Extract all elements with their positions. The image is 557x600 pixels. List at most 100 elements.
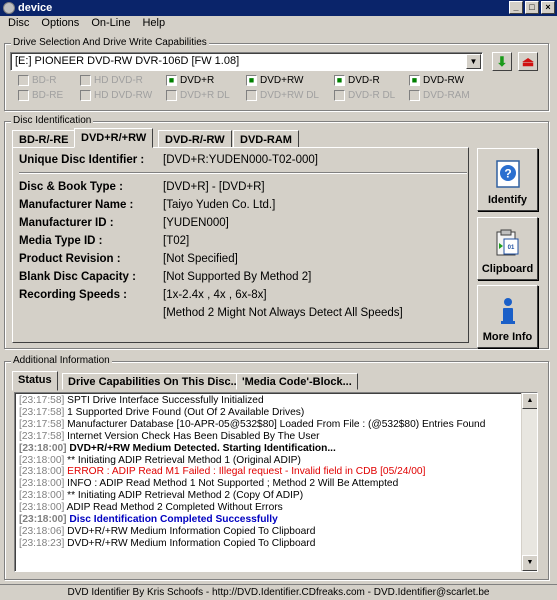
checkbox-empty-icon (80, 90, 91, 101)
log-timestamp: [23:17:58] (19, 418, 65, 430)
capability-checkbox[interactable]: ■ DVD+R (166, 75, 214, 86)
drive-select[interactable]: [E:] PIONEER DVD-RW DVR-106D [FW 1.08] ▼ (10, 52, 483, 71)
log-timestamp: [23:17:58] (19, 430, 65, 442)
identify-label: Identify (487, 194, 528, 206)
capability-checkbox[interactable]: DVD-R DL (334, 90, 395, 101)
tab-dvd-minus-r-rw[interactable]: DVD-R/-RW (158, 130, 232, 148)
tab-drive-capabilities[interactable]: Drive Capabilities On This Disc... (62, 373, 246, 390)
log-timestamp: [23:17:58] (19, 395, 65, 406)
disc-info-panel: Unique Disc Identifier : [DVD+R:YUDEN000… (12, 147, 469, 343)
log-text: SPTI Drive Interface Successfully Initia… (67, 395, 264, 406)
capability-checkbox[interactable]: BD-RE (18, 90, 63, 101)
capability-checkbox[interactable]: HD DVD-R (80, 75, 143, 86)
maximize-button[interactable]: □ (525, 1, 539, 14)
log-list: [23:17:58] SPTI Drive Interface Successf… (19, 395, 519, 550)
field-label: Blank Disc Capacity : (19, 271, 136, 283)
checkmark-icon: ■ (334, 75, 345, 86)
log-text: ADIP Read Method 2 Completed Without Err… (66, 502, 283, 514)
uid-label: Unique Disc Identifier : (19, 154, 145, 166)
capability-checkbox[interactable]: DVD+RW DL (246, 90, 319, 101)
more-info-label: More Info (482, 331, 533, 343)
log-timestamp: [23:18:00] (19, 502, 65, 514)
field-value: [Not Specified] (163, 253, 238, 265)
capability-label: BD-R (32, 75, 57, 86)
log-entry: [23:18:00] ERROR : ADIP Read M1 Failed :… (19, 466, 519, 478)
log-text: DVD+R/+RW Medium Detected. Starting Iden… (69, 442, 336, 454)
status-log[interactable]: [23:17:58] SPTI Drive Interface Successf… (14, 392, 538, 572)
log-entry: [23:18:23] DVD+R/+RW Medium Information … (19, 538, 519, 550)
checkbox-empty-icon (246, 90, 257, 101)
menu-online[interactable]: On-Line (85, 16, 136, 32)
drive-select-value: [E:] PIONEER DVD-RW DVR-106D [FW 1.08] (15, 55, 240, 67)
field-value: [DVD+R] - [DVD+R] (163, 181, 265, 193)
field-value: [1x-2.4x , 4x , 6x-8x] (163, 289, 267, 301)
capability-checkbox[interactable]: ■ DVD+RW (246, 75, 303, 86)
menu-bar: Disc Options On-Line Help (0, 16, 557, 32)
capability-checkbox[interactable]: ■ DVD-RW (409, 75, 464, 86)
window-title: device (18, 2, 53, 14)
log-timestamp: [23:18:06] (19, 525, 65, 537)
field-value: [YUDEN000] (163, 217, 229, 229)
log-timestamp: [23:18:23] (19, 537, 65, 549)
capability-label: DVD-R (348, 75, 380, 86)
tab-media-code-block[interactable]: 'Media Code'-Block... (236, 373, 358, 390)
tab-dvd-plus-r-rw[interactable]: DVD+R/+RW (74, 128, 154, 148)
eject-button[interactable]: ⏏ (518, 52, 538, 71)
log-entry: [23:17:58] Manufacturer Database [10-APR… (19, 419, 519, 431)
field-label: Manufacturer ID : (19, 217, 114, 229)
capability-label: DVD-R DL (348, 90, 396, 101)
checkmark-icon: ■ (166, 75, 177, 86)
log-text: Disc Identification Completed Successful… (69, 514, 278, 526)
capability-checkbox[interactable]: HD DVD-RW (80, 90, 152, 101)
capability-label: DVD-RAM (423, 90, 470, 101)
capability-checkbox[interactable]: BD-R (18, 75, 56, 86)
checkbox-empty-icon (80, 75, 91, 86)
more-info-button[interactable]: More Info (477, 285, 538, 348)
capability-checkbox[interactable]: DVD+R DL (166, 90, 230, 101)
field-value: [T02] (163, 235, 190, 247)
capability-label: DVD+RW (260, 75, 304, 86)
scroll-up-icon[interactable]: ▲ (522, 393, 537, 409)
log-entry: [23:18:00] INFO : ADIP Read Method 1 Not… (19, 478, 519, 490)
checkbox-empty-icon (166, 90, 177, 101)
log-text: DVD+R/+RW Medium Information Copied To C… (67, 525, 316, 537)
clipboard-button[interactable]: 01 Clipboard (477, 217, 538, 280)
log-entry: [23:18:00] ADIP Read Method 2 Completed … (19, 502, 519, 514)
log-entry: [23:18:00] ** Initiating ADIP Retrieval … (19, 490, 519, 502)
scroll-down-icon[interactable]: ▼ (522, 555, 537, 571)
capability-checkbox[interactable]: DVD-RAM (409, 90, 470, 101)
identify-button[interactable]: ? Identify (477, 148, 538, 211)
log-text: Manufacturer Database [10-APR-05@532$80]… (67, 418, 486, 430)
arrow-down-icon: ⬇ (496, 53, 508, 69)
tab-bd-r-re[interactable]: BD-R/-RE (12, 130, 76, 148)
tab-dvd-ram[interactable]: DVD-RAM (233, 130, 299, 148)
menu-disc[interactable]: Disc (2, 16, 35, 32)
clipboard-icon: 01 (494, 228, 522, 258)
uid-value: [DVD+R:YUDEN000-T02-000] (163, 154, 318, 166)
log-entry: [23:18:00] Disc Identification Completed… (19, 514, 519, 526)
close-button[interactable]: × (541, 1, 555, 14)
log-text: Internet Version Check Has Been Disabled… (67, 430, 320, 442)
field-value: [Taiyo Yuden Co. Ltd.] (163, 199, 276, 211)
capability-label: DVD+R (180, 75, 215, 86)
log-timestamp: [23:18:00] (19, 466, 65, 478)
capability-checkbox[interactable]: ■ DVD-R (334, 75, 380, 86)
menu-options[interactable]: Options (35, 16, 85, 32)
menu-help[interactable]: Help (136, 16, 171, 32)
clipboard-label: Clipboard (481, 263, 534, 275)
field-value: [Method 2 Might Not Always Detect All Sp… (163, 307, 403, 319)
svg-text:?: ? (504, 167, 511, 181)
vertical-scrollbar[interactable]: ▲ ▼ (521, 393, 537, 571)
log-timestamp: [23:18:00] (19, 454, 65, 466)
disc-group-label: Disc Identification (11, 115, 94, 126)
info-icon (494, 296, 522, 326)
log-entry: [23:17:58] Internet Version Check Has Be… (19, 431, 519, 443)
checkmark-icon: ■ (409, 75, 420, 86)
minimize-button[interactable]: _ (509, 1, 523, 14)
refresh-drives-button[interactable]: ⬇ (492, 52, 512, 71)
tab-status[interactable]: Status (12, 371, 58, 391)
checkmark-icon: ■ (246, 75, 257, 86)
chevron-down-icon[interactable]: ▼ (466, 54, 481, 69)
log-text: DVD+R/+RW Medium Information Copied To C… (67, 537, 316, 549)
field-value: [Not Supported By Method 2] (163, 271, 312, 283)
